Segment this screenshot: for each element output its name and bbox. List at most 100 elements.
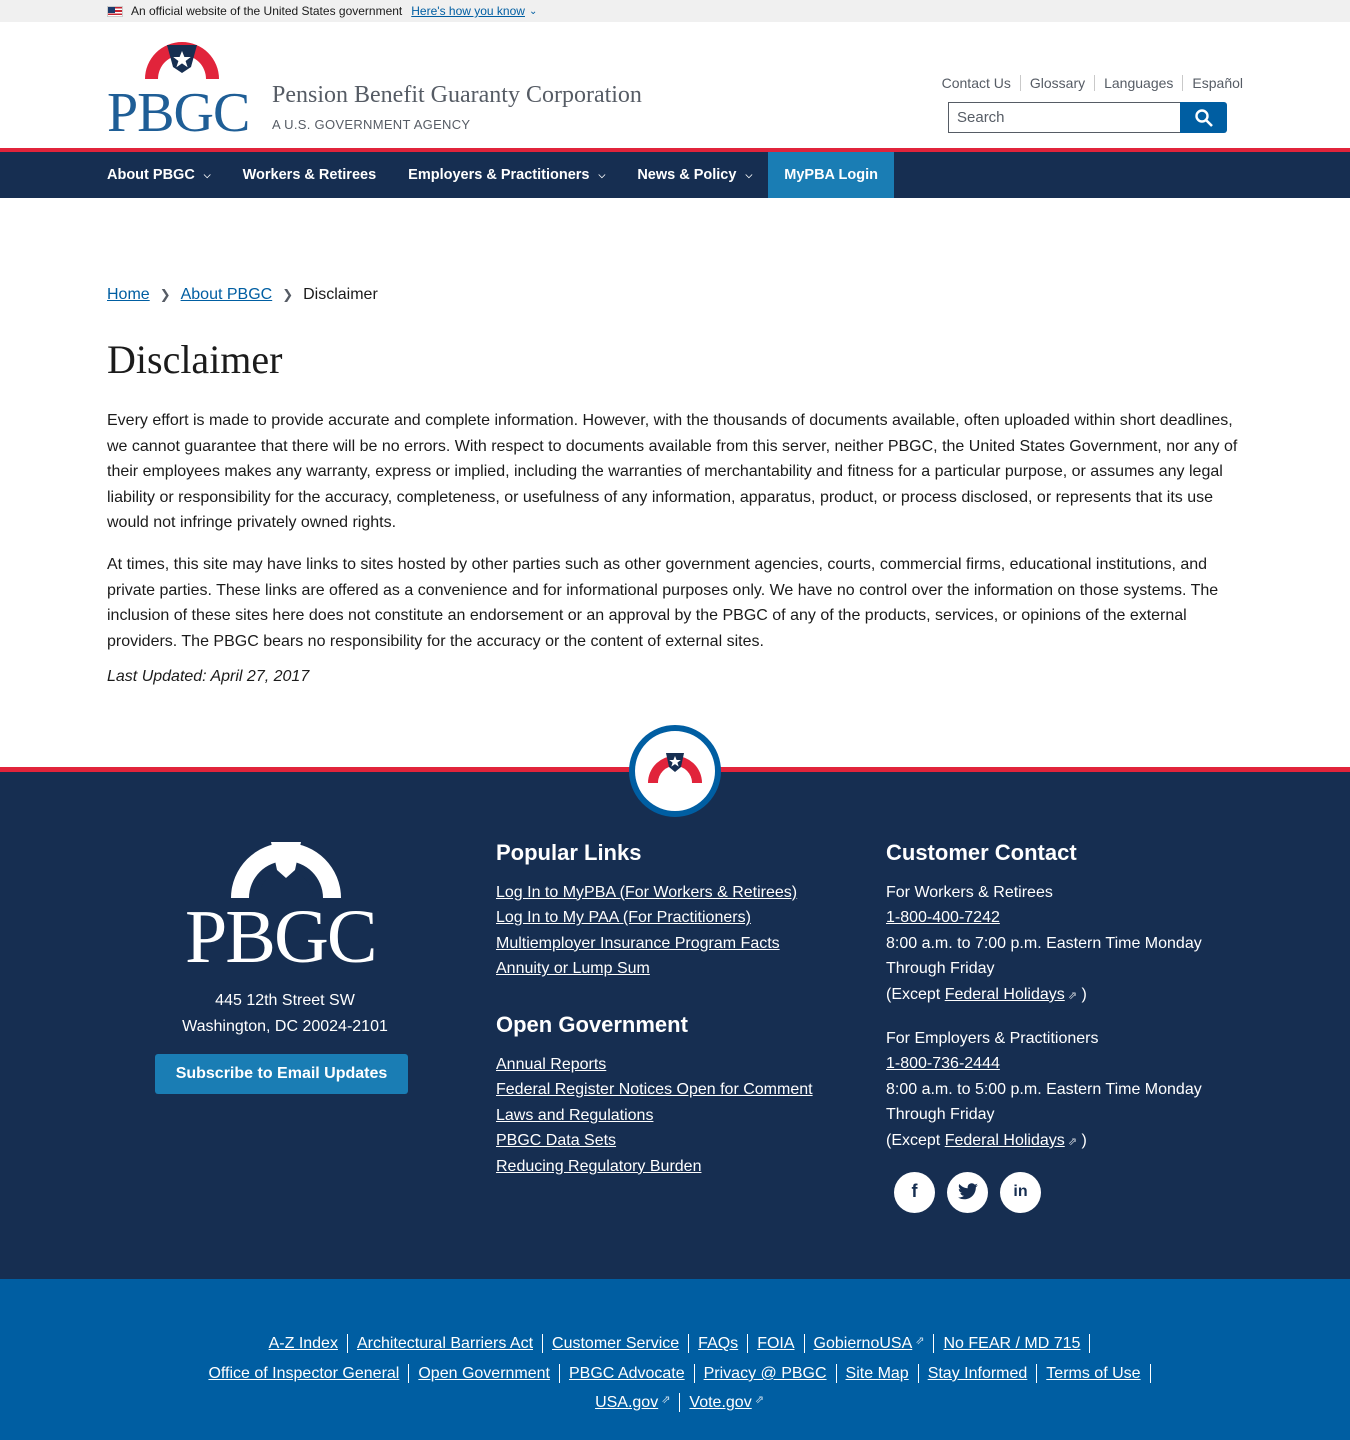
subfooter-link[interactable]: PBGC Advocate xyxy=(560,1364,695,1383)
sub-footer-row: A-Z Index Architectural Barriers Act Cus… xyxy=(0,1334,1350,1353)
external-link-icon: ⇗ xyxy=(754,1394,764,1406)
contact-audience: For Workers & Retirees xyxy=(886,883,1053,901)
search-button[interactable] xyxy=(1180,102,1227,133)
footer-logo-text: PBGC xyxy=(185,895,376,964)
popular-link[interactable]: Log In to MyPBA (For Workers & Retirees) xyxy=(496,880,813,906)
subfooter-link[interactable]: FAQs xyxy=(689,1334,749,1353)
subfooter-external-link: Vote.gov ⇗ xyxy=(680,1393,764,1412)
popular-link[interactable]: Annuity or Lump Sum xyxy=(496,956,813,982)
footer-emblem xyxy=(629,725,721,817)
subfooter-link[interactable]: Open Government xyxy=(409,1364,560,1383)
nav-item-label: About PBGC xyxy=(107,167,195,183)
nav-item-label: Employers & Practitioners xyxy=(408,167,590,183)
except-suffix: ) xyxy=(1081,985,1087,1003)
agency-subtitle: A U.S. GOVERNMENT AGENCY xyxy=(272,117,471,132)
contact-workers: For Workers & Retirees 1-800-400-7242 8:… xyxy=(886,880,1231,1010)
site-footer: PBGC 445 12th Street SW Washington, DC 2… xyxy=(0,772,1350,1279)
nav-item-mypba-login[interactable]: MyPBA Login xyxy=(768,152,894,198)
util-link-espanol[interactable]: Español xyxy=(1182,75,1243,91)
breadcrumb-current: Disclaimer xyxy=(303,286,378,303)
util-link-languages[interactable]: Languages xyxy=(1094,75,1182,91)
contact-audience: For Employers & Practitioners xyxy=(886,1029,1099,1047)
footer-address: 445 12th Street SW Washington, DC 20024-… xyxy=(107,988,463,1040)
disclaimer-paragraph: Every effort is made to provide accurate… xyxy=(107,412,1238,532)
subfooter-link[interactable]: Customer Service xyxy=(543,1334,690,1353)
contact-exception: (Except Federal Holidays ⇗ ) xyxy=(886,982,1231,1010)
breadcrumb-about-pbgc[interactable]: About PBGC xyxy=(181,286,273,304)
subfooter-link[interactable]: FOIA xyxy=(748,1334,805,1353)
subfooter-link[interactable]: Vote.gov xyxy=(689,1393,751,1412)
search-input[interactable] xyxy=(948,102,1180,133)
address-line-1: 445 12th Street SW xyxy=(215,992,355,1009)
subfooter-link[interactable]: GobiernoUSA xyxy=(805,1334,913,1353)
contact-phone-link[interactable]: 1-800-736-2444 xyxy=(886,1051,1231,1077)
subfooter-external-link: GobiernoUSA ⇗ xyxy=(805,1334,935,1353)
subfooter-link[interactable]: Terms of Use xyxy=(1037,1364,1151,1383)
subfooter-external-link: USA.gov ⇗ xyxy=(586,1393,681,1412)
chevron-down-icon: ⌵ xyxy=(203,169,211,180)
sub-footer-row: Office of Inspector General Open Governm… xyxy=(0,1364,1350,1383)
open-government-heading: Open Government xyxy=(496,1011,688,1037)
subfooter-link[interactable]: A-Z Index xyxy=(260,1334,348,1353)
us-flag-icon xyxy=(107,5,123,17)
sub-footer-row: USA.gov ⇗ Vote.gov ⇗ xyxy=(0,1393,1350,1412)
nav-item-label: News & Policy xyxy=(637,167,737,183)
nav-item-workers-retirees[interactable]: Workers & Retirees xyxy=(227,152,393,198)
footer-pbgc-logo: PBGC xyxy=(185,842,378,964)
util-link-contact-us[interactable]: Contact Us xyxy=(933,75,1020,91)
open-gov-link[interactable]: Federal Register Notices Open for Commen… xyxy=(496,1077,813,1103)
logo-text: PBGC xyxy=(107,82,249,133)
subscribe-button[interactable]: Subscribe to Email Updates xyxy=(155,1054,408,1094)
chevron-down-icon: ⌵ xyxy=(598,169,606,180)
federal-holidays-link[interactable]: Federal Holidays xyxy=(945,1132,1065,1149)
agency-name[interactable]: Pension Benefit Guaranty Corporation xyxy=(272,82,642,109)
open-gov-link[interactable]: Reducing Regulatory Burden xyxy=(496,1154,813,1180)
popular-link[interactable]: Log In to My PAA (For Practitioners) xyxy=(496,905,813,931)
pbgc-logo[interactable]: PBGC xyxy=(107,39,257,133)
gov-banner-text: An official website of the United States… xyxy=(131,4,403,18)
contact-hours: 8:00 a.m. to 7:00 p.m. Eastern Time Mond… xyxy=(886,934,1202,978)
disclaimer-paragraph: At times, this site may have links to si… xyxy=(107,555,1219,650)
chevron-down-icon[interactable]: ⌄ xyxy=(529,6,537,17)
subfooter-link[interactable]: Privacy @ PBGC xyxy=(695,1364,837,1383)
customer-contact-column: Customer Contact For Workers & Retirees … xyxy=(886,840,1231,1213)
page-content: Every effort is made to provide accurate… xyxy=(107,408,1247,706)
twitter-icon[interactable] xyxy=(947,1171,988,1213)
chevron-right-icon: ❯ xyxy=(159,287,171,302)
open-gov-link[interactable]: Annual Reports xyxy=(496,1052,813,1078)
site-header: PBGC Pension Benefit Guaranty Corporatio… xyxy=(0,22,1350,148)
nav-item-employers-practitioners[interactable]: Employers & Practitioners ⌵ xyxy=(392,152,621,198)
federal-holidays-link[interactable]: Federal Holidays xyxy=(945,986,1065,1003)
open-gov-link[interactable]: Laws and Regulations xyxy=(496,1103,813,1129)
contact-exception: (Except Federal Holidays ⇗ ) xyxy=(886,1128,1231,1156)
subfooter-link[interactable]: Site Map xyxy=(837,1364,919,1383)
facebook-icon[interactable]: f xyxy=(894,1171,935,1213)
search-form xyxy=(948,102,1227,133)
util-link-glossary[interactable]: Glossary xyxy=(1019,75,1094,91)
subfooter-link[interactable]: Office of Inspector General xyxy=(199,1364,410,1383)
contact-employers: For Employers & Practitioners 1-800-736-… xyxy=(886,1026,1231,1156)
subfooter-link[interactable]: USA.gov xyxy=(586,1393,658,1412)
utility-links: Contact Us Glossary Languages Español xyxy=(933,75,1243,91)
external-link-icon: ⇗ xyxy=(1067,1135,1077,1148)
linkedin-icon[interactable]: in xyxy=(1000,1171,1041,1213)
chevron-right-icon: ❯ xyxy=(282,287,294,302)
popular-links-column: Popular Links Log In to MyPBA (For Worke… xyxy=(496,840,813,1180)
nav-item-about-pbgc[interactable]: About PBGC ⌵ xyxy=(107,152,227,198)
social-links: f in xyxy=(894,1171,1231,1213)
pbgc-emblem-icon xyxy=(648,753,702,783)
popular-links-heading: Popular Links xyxy=(496,840,642,865)
nav-item-news-policy[interactable]: News & Policy ⌵ xyxy=(621,152,768,198)
customer-contact-heading: Customer Contact xyxy=(886,840,1077,865)
external-link-icon: ⇗ xyxy=(915,1335,925,1347)
subfooter-link[interactable]: No FEAR / MD 715 xyxy=(934,1334,1091,1353)
heres-how-you-know-link[interactable]: Here's how you know xyxy=(411,4,525,18)
subfooter-link[interactable]: Architectural Barriers Act xyxy=(348,1334,544,1353)
subfooter-link[interactable]: Stay Informed xyxy=(919,1364,1038,1383)
contact-phone-link[interactable]: 1-800-400-7242 xyxy=(886,905,1231,931)
external-link-icon: ⇗ xyxy=(1067,989,1077,1002)
search-icon xyxy=(1194,108,1213,127)
popular-link[interactable]: Multiemployer Insurance Program Facts xyxy=(496,931,813,957)
open-gov-link[interactable]: PBGC Data Sets xyxy=(496,1128,813,1154)
breadcrumb-home[interactable]: Home xyxy=(107,286,150,304)
